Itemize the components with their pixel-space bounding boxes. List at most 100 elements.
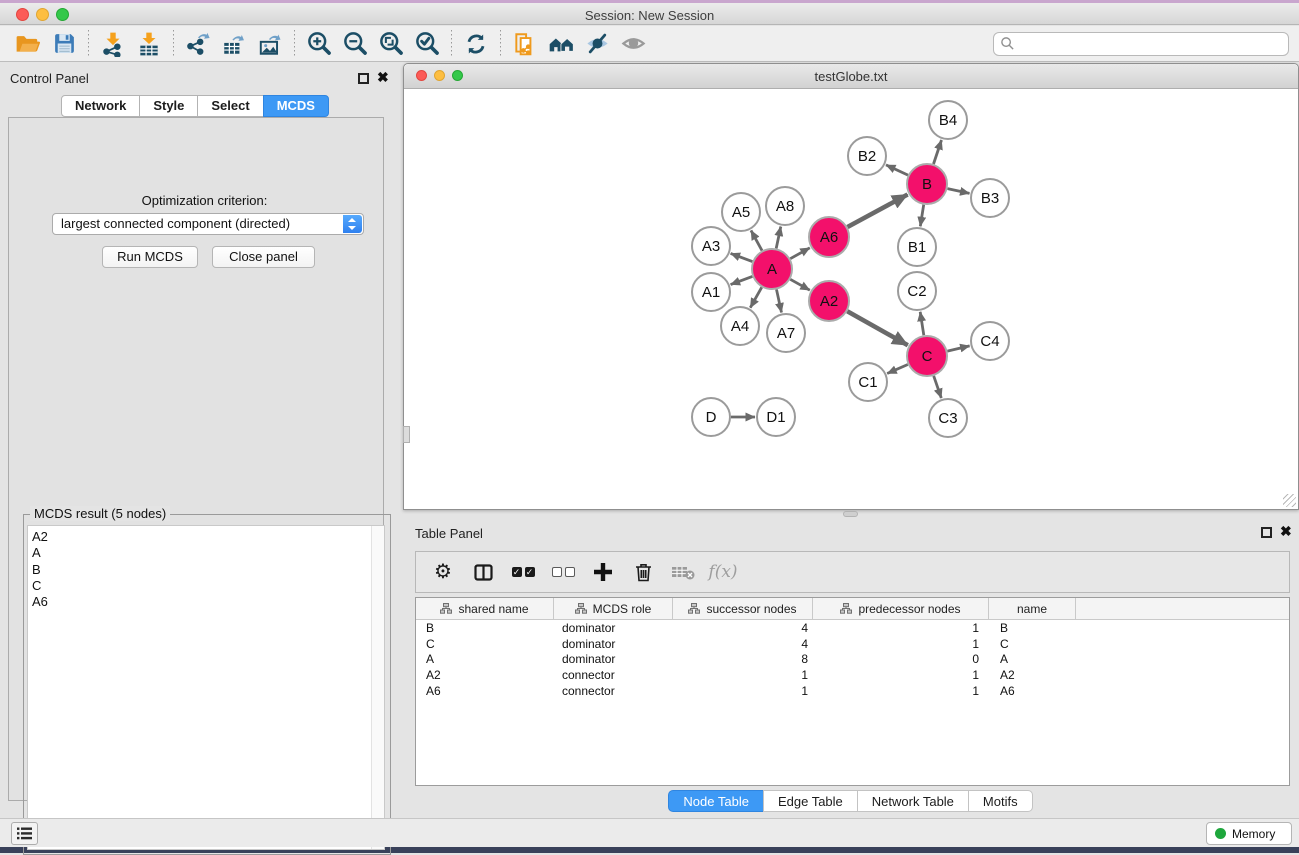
graph-edge-A-A5[interactable] xyxy=(751,230,762,250)
column-header-successor-nodes[interactable]: successor nodes xyxy=(673,598,813,619)
import-table-icon[interactable] xyxy=(131,29,167,59)
table-cell[interactable]: 1 xyxy=(813,621,989,635)
graph-node-A4[interactable]: A4 xyxy=(721,307,759,345)
deselect-all-rows-icon[interactable] xyxy=(550,559,576,585)
network-graph[interactable]: B4B2BB3A8A5A6A3B1AC2A1A2A4A7C4CC1C3DD1 xyxy=(404,89,1298,509)
graph-edge-C-C2[interactable] xyxy=(920,312,924,335)
export-table-icon[interactable] xyxy=(216,29,252,59)
table-cell[interactable]: dominator xyxy=(554,621,673,635)
settings-gear-icon[interactable]: ⚙ xyxy=(430,559,456,585)
graph-edge-A-A4[interactable] xyxy=(750,287,761,307)
column-header-MCDS-role[interactable]: MCDS role xyxy=(554,598,673,619)
table-cell[interactable]: A6 xyxy=(989,684,1076,698)
graph-edge-A-A3[interactable] xyxy=(731,253,753,261)
mcds-result-item[interactable]: C xyxy=(32,578,384,594)
table-row[interactable]: Bdominator41B xyxy=(416,620,1289,636)
zoom-fit-icon[interactable] xyxy=(373,29,409,59)
table-cell[interactable]: dominator xyxy=(554,652,673,666)
graph-node-A2[interactable]: A2 xyxy=(809,281,849,321)
search-input[interactable] xyxy=(993,32,1289,56)
tab-edge-table[interactable]: Edge Table xyxy=(763,790,858,812)
mcds-result-list[interactable]: A2ABCA6 xyxy=(27,525,385,850)
criterion-dropdown[interactable]: largest connected component (directed) xyxy=(52,213,364,235)
table-cell[interactable]: 1 xyxy=(673,684,813,698)
tab-style[interactable]: Style xyxy=(139,95,198,117)
hide-selected-icon[interactable] xyxy=(579,29,615,59)
graph-node-A7[interactable]: A7 xyxy=(767,314,805,352)
zoom-selected-icon[interactable] xyxy=(409,29,445,59)
scrollbar-track[interactable] xyxy=(371,526,384,849)
tab-select[interactable]: Select xyxy=(197,95,263,117)
mcds-result-item[interactable]: A xyxy=(32,545,384,561)
delete-rows-trash-icon[interactable] xyxy=(630,559,656,585)
graph-edge-A2-C[interactable] xyxy=(847,311,908,345)
table-cell[interactable]: 8 xyxy=(673,652,813,666)
column-header-name[interactable]: name xyxy=(989,598,1076,619)
graph-node-D1[interactable]: D1 xyxy=(757,398,795,436)
table-cell[interactable]: connector xyxy=(554,684,673,698)
apply-layout-icon[interactable] xyxy=(458,29,494,59)
open-file-icon[interactable] xyxy=(10,29,46,59)
table-cell[interactable]: 1 xyxy=(813,668,989,682)
export-image-icon[interactable] xyxy=(252,29,288,59)
graph-node-B[interactable]: B xyxy=(907,164,947,204)
import-network-icon[interactable] xyxy=(95,29,131,59)
graph-edge-C-C4[interactable] xyxy=(947,346,969,351)
graph-node-A3[interactable]: A3 xyxy=(692,227,730,265)
network-canvas[interactable]: B4B2BB3A8A5A6A3B1AC2A1A2A4A7C4CC1C3DD1 xyxy=(404,89,1298,509)
delete-table-icon[interactable] xyxy=(670,559,696,585)
table-row[interactable]: Adominator80A xyxy=(416,652,1289,668)
table-cell[interactable]: A2 xyxy=(989,668,1076,682)
tab-motifs[interactable]: Motifs xyxy=(968,790,1033,812)
graph-node-B4[interactable]: B4 xyxy=(929,101,967,139)
table-cell[interactable]: 1 xyxy=(813,637,989,651)
graph-node-A1[interactable]: A1 xyxy=(692,273,730,311)
panel-splitter-handle[interactable] xyxy=(403,426,410,443)
table-cell[interactable]: B xyxy=(416,621,554,635)
table-cell[interactable]: 4 xyxy=(673,621,813,635)
graph-node-B1[interactable]: B1 xyxy=(898,228,936,266)
run-mcds-button[interactable]: Run MCDS xyxy=(102,246,198,268)
mcds-result-item[interactable]: A6 xyxy=(32,594,384,610)
show-all-icon[interactable] xyxy=(615,29,651,59)
log-console-button[interactable] xyxy=(11,822,38,845)
mcds-result-item[interactable]: A2 xyxy=(32,529,384,545)
table-cell[interactable]: A xyxy=(416,652,554,666)
graph-edge-B-B1[interactable] xyxy=(920,205,923,227)
zoom-in-icon[interactable] xyxy=(301,29,337,59)
table-cell[interactable]: 1 xyxy=(813,684,989,698)
float-panel-icon[interactable] xyxy=(1261,527,1272,538)
table-row[interactable]: A6connector11A6 xyxy=(416,683,1289,699)
graph-node-A5[interactable]: A5 xyxy=(722,193,760,231)
graph-node-A8[interactable]: A8 xyxy=(766,187,804,225)
graph-edge-A-A8[interactable] xyxy=(776,227,781,249)
table-cell[interactable]: A2 xyxy=(416,668,554,682)
graph-edge-A6-B[interactable] xyxy=(848,195,908,228)
table-row[interactable]: Cdominator41C xyxy=(416,636,1289,652)
graph-node-C4[interactable]: C4 xyxy=(971,322,1009,360)
table-row[interactable]: A2connector11A2 xyxy=(416,667,1289,683)
add-row-icon[interactable] xyxy=(590,559,616,585)
function-builder-icon[interactable]: f(x) xyxy=(710,559,736,585)
graph-node-C[interactable]: C xyxy=(907,336,947,376)
graph-node-A[interactable]: A xyxy=(752,249,792,289)
graph-node-B2[interactable]: B2 xyxy=(848,137,886,175)
graph-node-D[interactable]: D xyxy=(692,398,730,436)
column-header-shared-name[interactable]: shared name xyxy=(416,598,554,619)
tab-network[interactable]: Network xyxy=(61,95,140,117)
graph-node-A6[interactable]: A6 xyxy=(809,217,849,257)
graph-node-C1[interactable]: C1 xyxy=(849,363,887,401)
float-panel-icon[interactable] xyxy=(358,73,369,84)
close-panel-icon[interactable]: ✖ xyxy=(1280,526,1292,537)
graph-edge-A-A2[interactable] xyxy=(790,279,810,290)
export-network-icon[interactable] xyxy=(180,29,216,59)
memory-button[interactable]: Memory xyxy=(1206,822,1292,845)
save-session-icon[interactable] xyxy=(46,29,82,59)
table-cell[interactable]: B xyxy=(989,621,1076,635)
select-all-rows-icon[interactable]: ✓✓ xyxy=(510,559,536,585)
graph-edge-A-A7[interactable] xyxy=(777,290,782,313)
graph-edge-C-C1[interactable] xyxy=(887,365,908,374)
table-cell[interactable]: 1 xyxy=(673,668,813,682)
zoom-out-icon[interactable] xyxy=(337,29,373,59)
show-columns-icon[interactable] xyxy=(470,559,496,585)
